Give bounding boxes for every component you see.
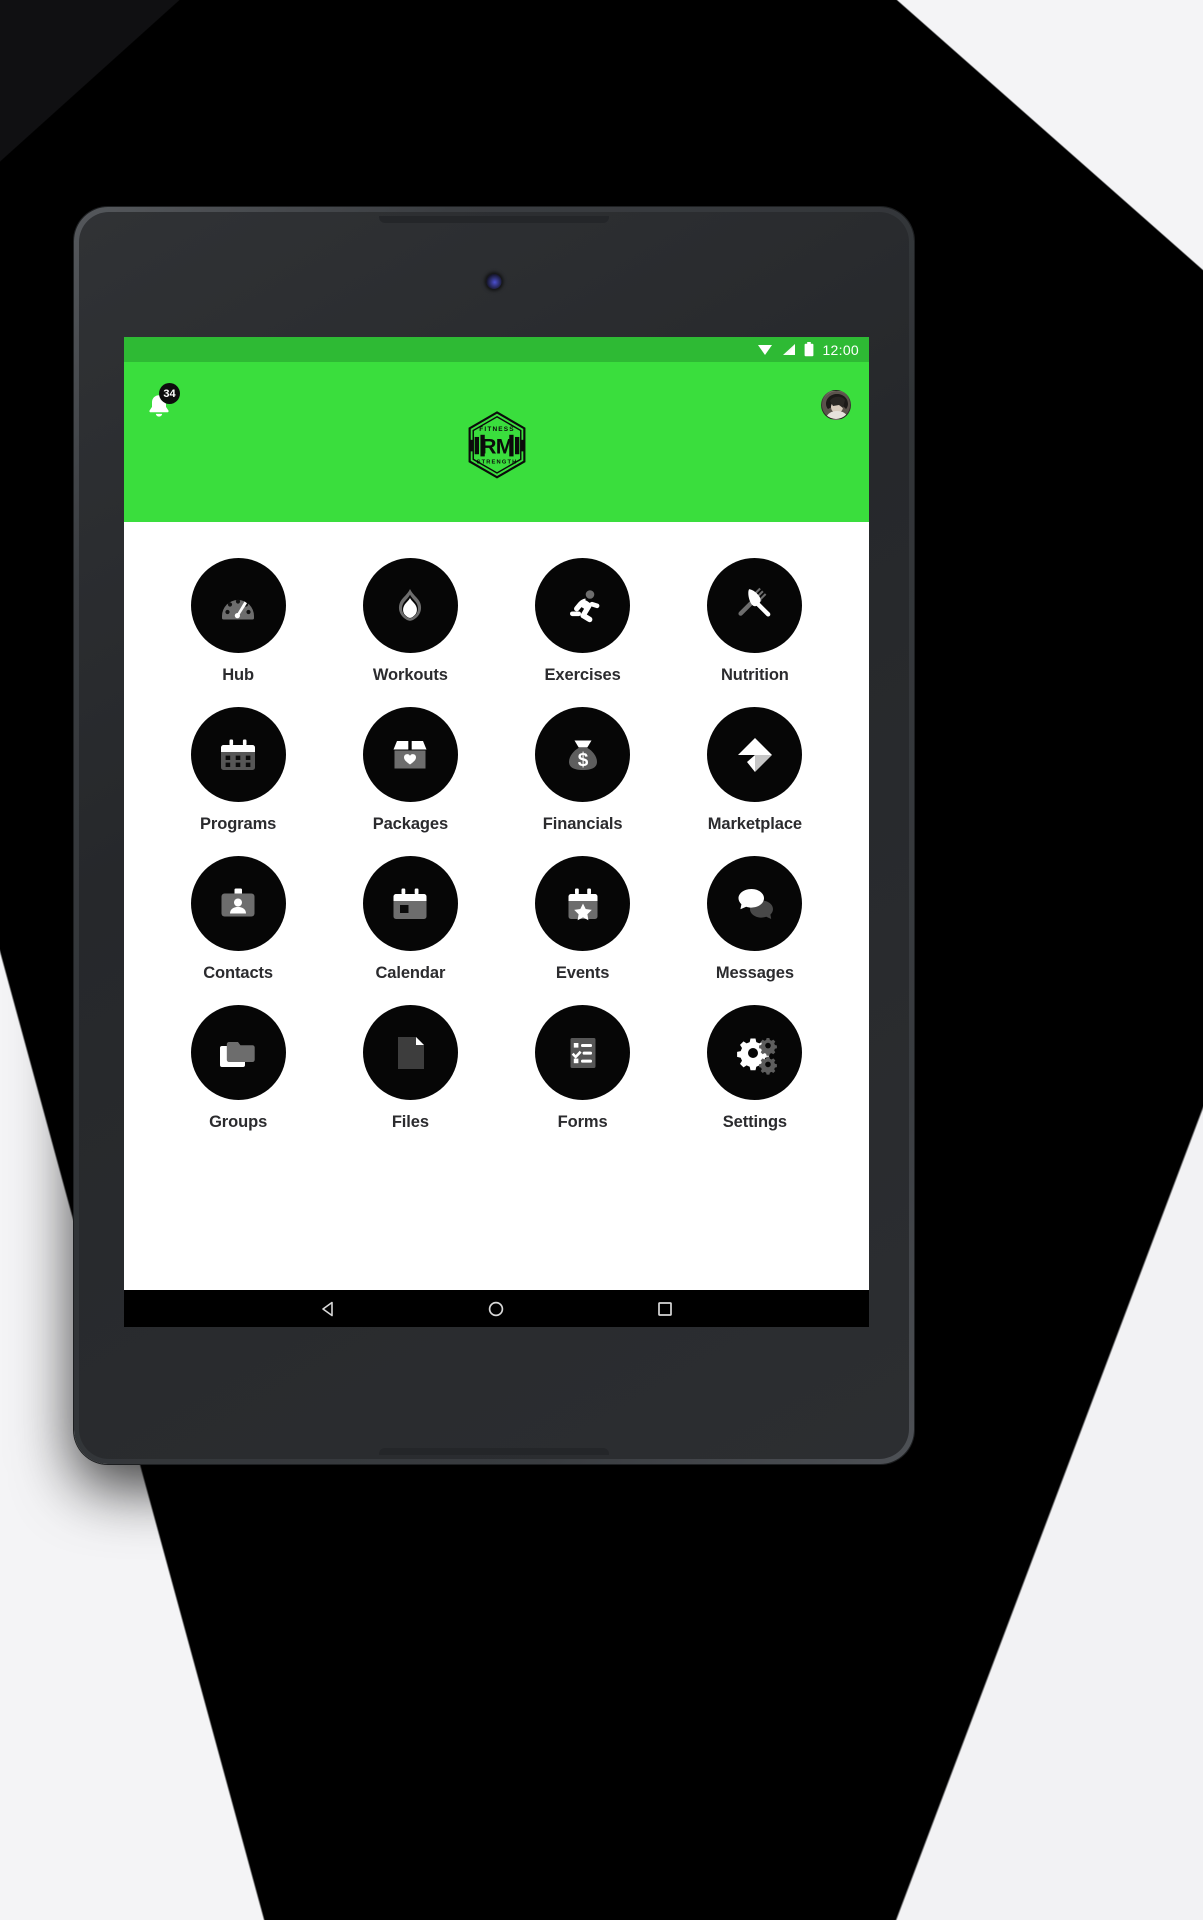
svg-text:FITNESS: FITNESS (479, 426, 514, 433)
scene: 12:00 34 FITNESS RM STRENGTH Hub Workout… (0, 0, 1203, 1920)
tile-label: Exercises (544, 666, 621, 684)
tile-icon-circle (190, 707, 286, 802)
tile-workouts[interactable]: Workouts (324, 546, 496, 695)
tablet-bezel: 12:00 34 FITNESS RM STRENGTH Hub Workout… (79, 212, 909, 1459)
tile-contacts[interactable]: Contacts (152, 844, 324, 993)
nav-recents-button[interactable] (655, 1299, 675, 1319)
tile-label: Hub (222, 666, 255, 684)
tile-label: Financials (542, 815, 623, 833)
brand-logo: FITNESS RM STRENGTH (461, 409, 533, 481)
calendar-star-icon (559, 880, 607, 928)
tile-icon-circle (535, 856, 631, 951)
tile-icon-circle (707, 1005, 803, 1100)
tile-icon-circle: $ (535, 707, 631, 802)
tile-nutrition[interactable]: Nutrition (669, 546, 841, 695)
android-navigation-bar (124, 1290, 869, 1327)
box-heart-icon (386, 731, 434, 779)
app-icon-grid: Hub Workouts Exercises Nutrition Program… (124, 522, 869, 1142)
calendar-grid-icon (214, 731, 262, 779)
battery-icon (804, 342, 814, 357)
svg-text:$: $ (577, 749, 588, 770)
tile-events[interactable]: Events (497, 844, 669, 993)
gears-icon (731, 1029, 779, 1077)
fork-knife-icon (731, 582, 779, 630)
tile-label: Packages (372, 815, 449, 833)
tile-financials[interactable]: $ Financials (497, 695, 669, 844)
document-icon (386, 1029, 434, 1077)
wifi-icon (757, 343, 773, 357)
tile-icon-circle (190, 1005, 286, 1100)
running-person-icon (559, 582, 607, 630)
tile-label: Settings (722, 1113, 788, 1131)
tile-label: Forms (557, 1113, 608, 1131)
id-badge-icon (214, 880, 262, 928)
notifications-button[interactable]: 34 (142, 383, 180, 423)
tile-label: Workouts (372, 666, 448, 684)
tile-label: Nutrition (720, 666, 789, 684)
speaker-grille-bottom (379, 1448, 609, 1455)
avatar[interactable] (821, 390, 851, 420)
tile-icon-circle (362, 707, 458, 802)
svg-text:STRENGTH: STRENGTH (476, 460, 517, 466)
tile-forms[interactable]: Forms (497, 993, 669, 1142)
tablet-device: 12:00 34 FITNESS RM STRENGTH Hub Workout… (74, 207, 914, 1464)
bell-icon (142, 395, 176, 427)
tile-label: Messages (715, 964, 794, 982)
tile-marketplace[interactable]: Marketplace (669, 695, 841, 844)
folders-icon (214, 1029, 262, 1077)
calendar-icon (386, 880, 434, 928)
tile-packages[interactable]: Packages (324, 695, 496, 844)
tile-icon-circle (362, 856, 458, 951)
tile-icon-circle (362, 558, 458, 653)
tile-label: Programs (200, 815, 277, 833)
nav-home-button[interactable] (486, 1299, 506, 1319)
chat-bubbles-icon (731, 880, 779, 928)
front-camera-icon (486, 274, 502, 289)
tile-label: Marketplace (707, 815, 803, 833)
speaker-grille-top (379, 216, 609, 223)
tile-label: Files (391, 1113, 429, 1131)
gauge-icon (214, 582, 262, 630)
background-wedge-top-right (873, 0, 1203, 290)
tile-messages[interactable]: Messages (669, 844, 841, 993)
background-wedge-top-left (0, 0, 190, 170)
tile-settings[interactable]: Settings (669, 993, 841, 1142)
tile-label: Groups (209, 1113, 268, 1131)
tile-icon-circle (707, 707, 803, 802)
tile-icon-circle (362, 1005, 458, 1100)
status-bar-clock: 12:00 (822, 341, 859, 358)
cell-signal-icon (781, 343, 796, 357)
tile-icon-circle (707, 558, 803, 653)
content-sheet: Hub Workouts Exercises Nutrition Program… (124, 522, 869, 1290)
tile-icon-circle (707, 856, 803, 951)
flame-icon (386, 582, 434, 630)
nav-back-button[interactable] (318, 1299, 338, 1319)
tile-files[interactable]: Files (324, 993, 496, 1142)
tile-groups[interactable]: Groups (152, 993, 324, 1142)
svg-text:RM: RM (480, 434, 512, 459)
checklist-icon (559, 1029, 607, 1077)
paper-plane-icon (731, 731, 779, 779)
notification-badge: 34 (159, 383, 180, 404)
tile-icon-circle (190, 856, 286, 951)
tile-icon-circle (535, 558, 631, 653)
background-wedge-bottom-right (873, 1030, 1203, 1920)
tile-calendar[interactable]: Calendar (324, 844, 496, 993)
tile-programs[interactable]: Programs (152, 695, 324, 844)
tile-exercises[interactable]: Exercises (497, 546, 669, 695)
money-bag-icon: $ (559, 731, 607, 779)
tile-label: Calendar (375, 964, 446, 982)
tile-icon-circle (190, 558, 286, 653)
tile-label: Events (555, 964, 610, 982)
app-header: 34 FITNESS RM STRENGTH (124, 362, 869, 522)
tile-icon-circle (535, 1005, 631, 1100)
tile-hub[interactable]: Hub (152, 546, 324, 695)
status-bar: 12:00 (124, 337, 869, 362)
device-screen: 12:00 34 FITNESS RM STRENGTH Hub Workout… (124, 337, 869, 1327)
tile-label: Contacts (203, 964, 274, 982)
